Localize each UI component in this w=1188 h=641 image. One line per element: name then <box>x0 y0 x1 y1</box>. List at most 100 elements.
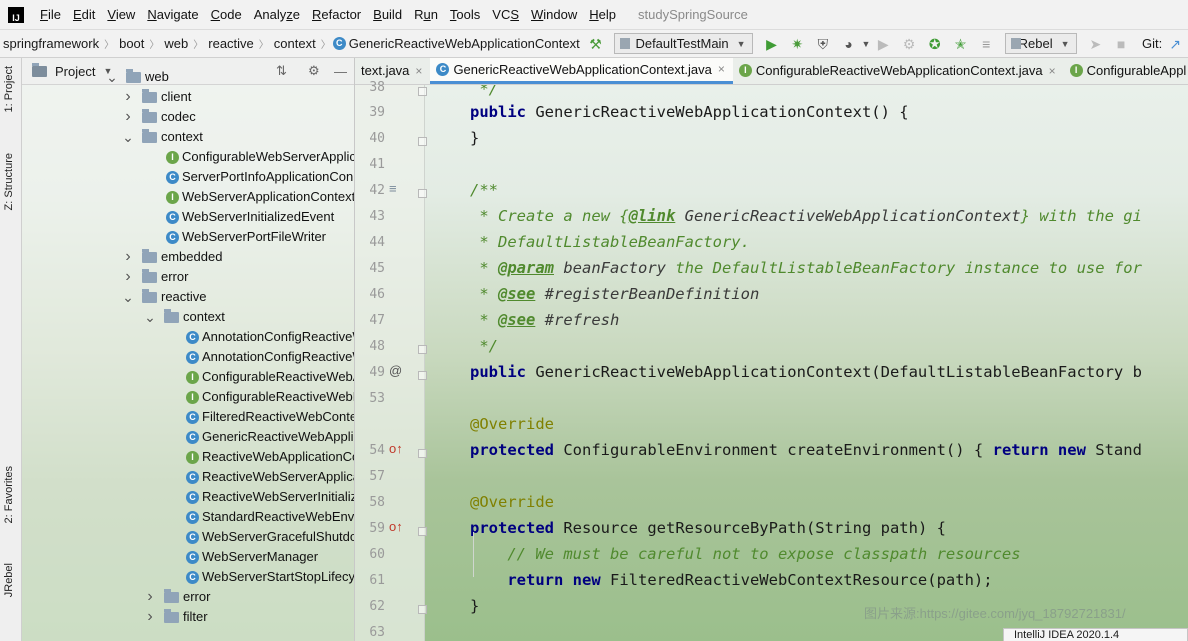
tree-item[interactable]: ⌄ reactive <box>122 287 207 307</box>
tree-item[interactable]: ⌄ context <box>144 307 225 327</box>
override-method-icon[interactable]: o↑ <box>389 441 403 456</box>
tree-item-label: WebServerInitializedEvent <box>182 209 335 224</box>
tree-item[interactable]: C WebServerPortFileWriter <box>166 227 326 247</box>
chevron-down-icon[interactable]: ⌄ <box>122 287 134 307</box>
jrebel-debug-icon[interactable]: ✭ <box>952 35 970 53</box>
line-number: 42 <box>369 183 385 198</box>
left-tool-strip: 1: Project Z: Structure 2: Favorites JRe… <box>0 58 22 641</box>
breadcrumb: springframework 〉 boot 〉 web 〉 reactive 〉 contex… <box>0 36 583 51</box>
tree-item[interactable]: I ConfigurableReactiveWebA <box>186 367 355 387</box>
tree-item[interactable]: C GenericReactiveWebApplic <box>186 427 354 447</box>
line-number: 43 <box>369 209 385 224</box>
tree-item[interactable]: C AnnotationConfigReactiveW <box>186 327 354 347</box>
chevron-down-icon[interactable]: ⌄ <box>144 307 156 327</box>
tree-item[interactable]: C WebServerManager <box>186 547 318 567</box>
tree-item[interactable]: C WebServerGracefulShutdo <box>186 527 354 547</box>
breadcrumb-item[interactable]: web <box>161 36 191 51</box>
tab-jrebel[interactable]: JRebel <box>3 563 15 597</box>
jrebel-run-icon[interactable]: ✪ <box>926 35 944 53</box>
menu-help[interactable]: Help <box>583 7 622 22</box>
editor-gutter: 38 39 40 41 42 43 44 45 46 47 48 49 53 54 57 58 59 60 61 62… <box>355 80 427 641</box>
notification-popup[interactable]: IntelliJ IDEA 2020.1.4 <box>1003 628 1188 641</box>
breadcrumb-item[interactable]: reactive <box>205 36 257 51</box>
menu-code[interactable]: Code <box>205 7 248 22</box>
tree-item[interactable]: C FilteredReactiveWebConte <box>186 407 354 427</box>
editor-tab[interactable]: C GenericReactiveWebApplicationContext.ja… <box>430 58 733 84</box>
annotation-icon[interactable]: @ <box>389 363 402 378</box>
tree-item-label: ReactiveWebServerApplica <box>202 469 355 484</box>
jrebel-selector[interactable]: JRebel ▼ <box>1005 33 1077 54</box>
chevron-down-icon[interactable]: ⌄ <box>122 127 134 147</box>
menu-navigate[interactable]: Navigate <box>141 7 204 22</box>
tree-item[interactable]: C WebServerStartStopLifecyc <box>186 567 355 587</box>
tree-item[interactable]: C ServerPortInfoApplicationCon <box>166 167 353 187</box>
profile-icon[interactable]: ◕ <box>840 35 858 53</box>
breadcrumb-item[interactable]: GenericReactiveWebApplicationContext <box>346 36 583 51</box>
tree-item[interactable]: I ConfigurableReactiveWebE <box>186 387 354 407</box>
tree-item[interactable]: ⌄ context <box>122 127 203 147</box>
tree-item[interactable]: › codec <box>122 107 195 127</box>
tree-item[interactable]: › error <box>144 587 210 607</box>
menu-tools[interactable]: Tools <box>444 7 486 22</box>
menu-edit[interactable]: Edit <box>67 7 101 22</box>
menu-bar: IJ File Edit View Navigate Code Analyze Refact… <box>0 0 1188 29</box>
tree-item[interactable]: › filter <box>144 607 207 627</box>
tab-structure[interactable]: Z: Structure <box>3 153 15 210</box>
close-icon[interactable]: × <box>415 64 422 78</box>
close-icon[interactable]: × <box>718 62 725 76</box>
tree-item[interactable]: I WebServerApplicationContext <box>166 187 354 207</box>
build-hammer-icon[interactable]: ⚒ <box>587 35 605 53</box>
tree-item-label: client <box>161 89 192 104</box>
tree-item[interactable]: › client <box>122 87 191 107</box>
menu-window[interactable]: Window <box>525 7 583 22</box>
chevron-right-icon[interactable]: › <box>122 267 134 287</box>
override-method-icon[interactable]: o↑ <box>389 519 403 534</box>
breadcrumb-item[interactable]: springframework <box>0 36 102 51</box>
breadcrumb-item[interactable]: boot <box>116 36 147 51</box>
menu-build[interactable]: Build <box>367 7 408 22</box>
tab-favorites[interactable]: 2: Favorites <box>3 466 15 523</box>
tree-item[interactable]: I ReactiveWebApplicationCo <box>186 447 354 467</box>
chevron-right-icon[interactable]: › <box>122 87 134 107</box>
tree-item[interactable]: ⌄ web <box>106 67 169 87</box>
debug-icon[interactable]: ✷ <box>788 35 806 53</box>
tree-item[interactable]: C StandardReactiveWebEnvi <box>186 507 354 527</box>
menu-analyze[interactable]: Analyze <box>248 7 306 22</box>
tree-item[interactable]: C WebServerInitializedEvent <box>166 207 334 227</box>
tree-item[interactable]: › error <box>122 267 188 287</box>
code-editor[interactable]: */ public GenericReactiveWebApplicationC… <box>425 85 1188 641</box>
tree-item-label: ConfigurableWebServerApplic <box>182 149 355 164</box>
close-icon[interactable]: × <box>1049 64 1056 78</box>
javadoc-render-icon[interactable]: ≡ <box>389 181 397 196</box>
menu-run[interactable]: Run <box>408 7 444 22</box>
chevron-right-icon[interactable]: › <box>144 587 156 607</box>
tree-item[interactable]: C ReactiveWebServerInitializ <box>186 487 354 507</box>
tree-item[interactable]: › embedded <box>122 247 222 267</box>
chevron-down-icon[interactable]: ▼ <box>862 39 871 49</box>
tab-project[interactable]: 1: Project <box>3 66 15 112</box>
tree-item[interactable]: C AnnotationConfigReactiveW <box>186 347 354 367</box>
run-config-selector[interactable]: DefaultTestMain ▼ <box>614 33 753 54</box>
menu-view[interactable]: View <box>101 7 141 22</box>
editor-tab[interactable]: I ConfigurableReactiveWebApplicationConte… <box>733 58 1064 84</box>
breadcrumb-item[interactable]: context <box>271 36 319 51</box>
run-icon[interactable]: ▶ <box>763 35 781 53</box>
editor-tab[interactable]: I ConfigurableAppl <box>1064 58 1188 84</box>
line-number: 44 <box>369 235 385 250</box>
coverage-icon[interactable]: ⛨ <box>814 35 832 53</box>
chevron-right-icon[interactable]: › <box>122 107 134 127</box>
list-icon[interactable]: ≡ <box>977 35 995 53</box>
chevron-down-icon[interactable]: ⌄ <box>106 67 118 87</box>
chevron-right-icon[interactable]: › <box>122 247 134 267</box>
git-update-icon[interactable]: ↗ <box>1166 35 1184 53</box>
tree-item-label: ConfigurableReactiveWebA <box>202 369 355 384</box>
tree-item[interactable]: C ReactiveWebServerApplica <box>186 467 355 487</box>
folder-icon <box>164 588 179 603</box>
menu-vcs[interactable]: VCS <box>486 7 525 22</box>
menu-refactor[interactable]: Refactor <box>306 7 367 22</box>
menu-file[interactable]: File <box>34 7 67 22</box>
breadcrumb-separator-icon: 〉 <box>320 40 331 51</box>
chevron-right-icon[interactable]: › <box>144 607 156 627</box>
tree-item-label: WebServerStartStopLifecyc <box>202 569 355 584</box>
tree-item[interactable]: I ConfigurableWebServerApplic <box>166 147 355 167</box>
